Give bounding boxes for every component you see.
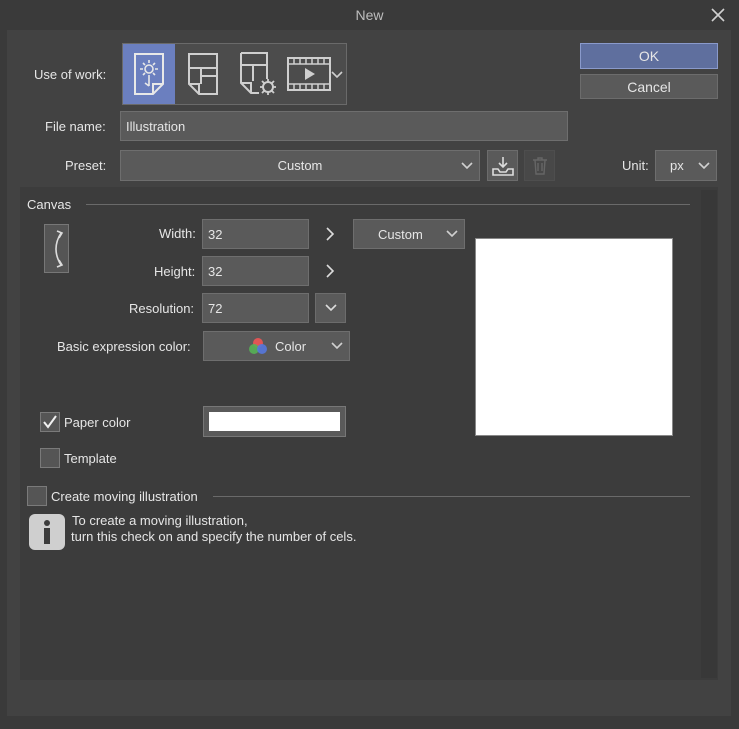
template-checkbox[interactable] (40, 448, 60, 468)
chevron-down-icon (446, 230, 458, 238)
paper-color-sample (209, 412, 340, 431)
window-title: New (355, 7, 384, 23)
section-divider (213, 496, 690, 497)
height-chevron-right-icon[interactable] (324, 263, 336, 282)
chevron-down-icon (331, 342, 343, 350)
checkmark-icon (43, 415, 57, 429)
chevron-down-icon[interactable] (330, 68, 344, 83)
trash-icon (532, 156, 547, 175)
file-name-label: File name: (45, 119, 106, 134)
size-preset-select[interactable]: Custom (353, 219, 465, 249)
preset-value: Custom (277, 158, 323, 173)
use-of-work-selector (122, 43, 347, 105)
moving-illustration-label: Create moving illustration (51, 489, 198, 504)
resolution-input[interactable]: 72 (202, 293, 309, 323)
use-of-work-label: Use of work: (34, 67, 107, 82)
resolution-dropdown-button[interactable] (315, 293, 346, 323)
use-of-work-animation[interactable] (283, 44, 335, 104)
paper-color-swatch[interactable] (203, 406, 346, 437)
close-icon[interactable] (708, 5, 728, 25)
moving-illustration-checkbox[interactable] (27, 486, 47, 506)
swap-dimensions-button[interactable] (44, 224, 69, 273)
paper-color-checkbox[interactable] (40, 412, 60, 432)
resolution-label: Resolution: (129, 301, 195, 316)
chevron-down-icon (461, 161, 473, 169)
unit-label: Unit: (622, 158, 649, 173)
illustration-icon (134, 53, 164, 95)
save-preset-button[interactable] (487, 150, 518, 181)
width-label: Width: (159, 226, 196, 241)
unit-select[interactable]: px (655, 150, 717, 181)
use-of-work-comic-settings[interactable] (231, 44, 283, 104)
width-chevron-right-icon[interactable] (324, 226, 336, 245)
height-label: Height: (154, 264, 196, 279)
expression-color-value: Color (274, 338, 307, 354)
preset-label: Preset: (65, 158, 107, 173)
animation-icon (287, 57, 331, 91)
info-text-line2: turn this check on and specify the numbe… (71, 529, 357, 544)
width-input[interactable]: 32 (202, 219, 309, 249)
section-divider (86, 204, 690, 205)
expression-color-label: Basic expression color: (57, 339, 191, 354)
comic-icon (188, 53, 218, 95)
use-of-work-comic[interactable] (177, 44, 229, 104)
template-label: Template (64, 451, 117, 466)
delete-preset-button[interactable] (524, 150, 555, 181)
file-name-input[interactable]: Illustration (120, 111, 568, 141)
paper-color-label: Paper color (64, 415, 131, 430)
ok-button[interactable]: OK (580, 43, 718, 69)
chevron-down-icon (324, 304, 337, 312)
canvas-section-title: Canvas (27, 197, 72, 212)
use-of-work-illustration[interactable] (123, 44, 175, 104)
preset-select[interactable]: Custom (120, 150, 480, 181)
save-preset-icon (491, 156, 514, 176)
expression-color-select[interactable]: Color (203, 331, 350, 361)
cancel-button[interactable]: Cancel (580, 74, 718, 99)
unit-value: px (670, 158, 684, 173)
size-preset-value: Custom (378, 226, 423, 242)
scrollbar[interactable] (701, 190, 717, 678)
height-input[interactable]: 32 (202, 256, 309, 286)
chevron-down-icon (698, 161, 710, 169)
swap-arrows-icon (54, 229, 63, 268)
comic-settings-icon (240, 52, 276, 95)
color-circles-icon (248, 338, 267, 354)
info-text-line1: To create a moving illustration, (72, 513, 248, 528)
canvas-preview (475, 238, 673, 436)
info-icon (29, 514, 65, 550)
